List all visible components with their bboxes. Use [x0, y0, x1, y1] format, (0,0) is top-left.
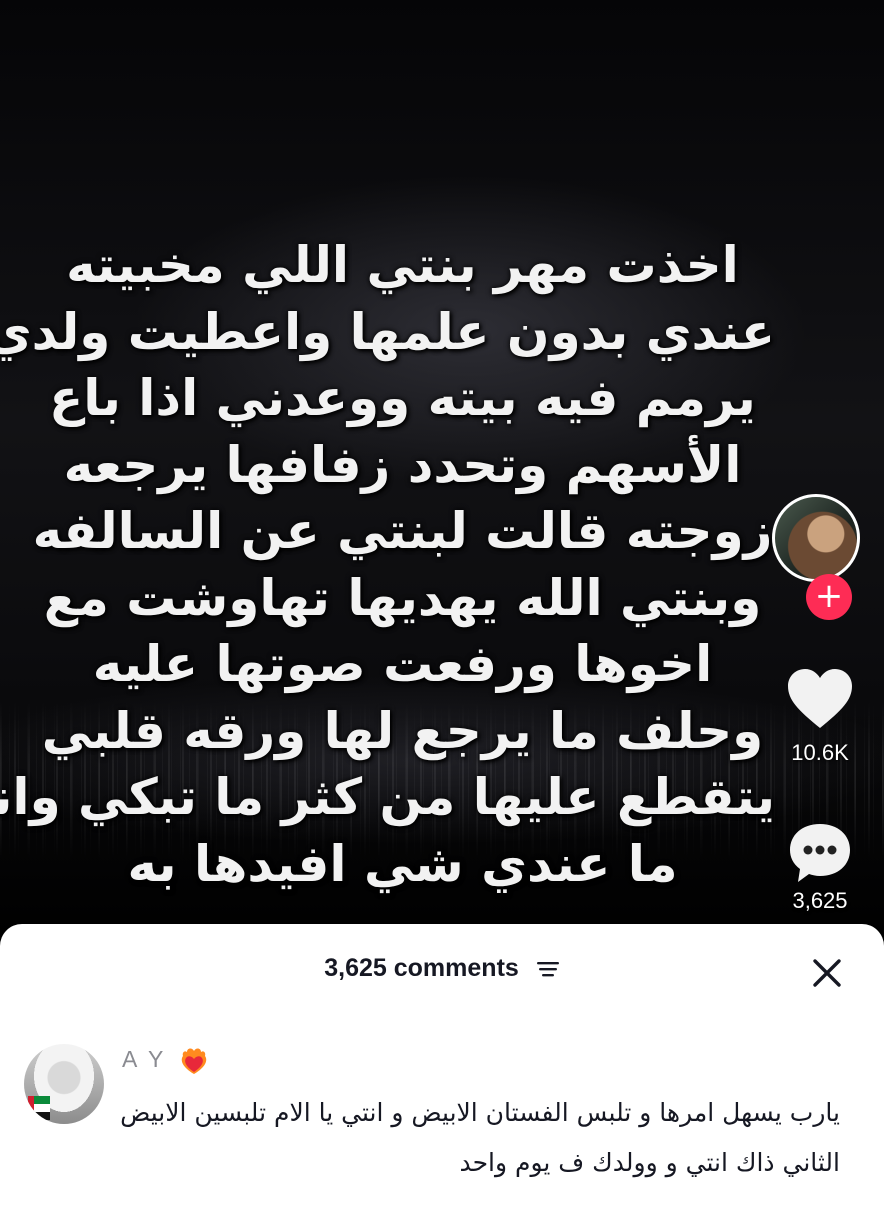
heart-on-fire-icon — [182, 1048, 207, 1074]
commenter-username-row: A Y — [122, 1046, 209, 1075]
heart-icon[interactable] — [784, 666, 856, 732]
caption-line: ما عندي شي افيدها به — [127, 834, 678, 893]
filter-lines-icon[interactable] — [536, 959, 560, 979]
comment-text: يارب يسهل امرها و تلبس الفستان الابيض و … — [120, 1098, 840, 1177]
commenter-username[interactable]: A Y — [122, 1046, 166, 1072]
caption-line: اخذت مهر بنتي اللي مخبيته — [66, 236, 739, 294]
caption-line: عندي بدون علمها واعطيت ولدي — [0, 302, 775, 361]
creator-avatar-button[interactable]: + — [772, 494, 868, 620]
comments-title-group: 3,625 comments — [0, 954, 884, 983]
follow-button[interactable]: + — [806, 574, 852, 620]
comments-sheet: 3,625 comments A Y يارب يسهل امرها و تلب… — [0, 924, 884, 1224]
video-caption-overlay: اخذت مهر بنتي اللي مخبيته عندي بدون علمه… — [0, 232, 775, 897]
caption-line: يرمم فيه بيته ووعدني اذا باع — [49, 369, 756, 427]
video-background[interactable]: اخذت مهر بنتي اللي مخبيته عندي بدون علمه… — [0, 0, 884, 940]
comment-count: 3,625 — [792, 888, 848, 913]
caption-line: وبنتي الله يهديها تهاوشت مع — [43, 568, 762, 627]
caption-line: زوجته قالت لبنتي عن السالفه — [32, 502, 773, 560]
caption-line: اخوها ورفعت صوتها عليه — [92, 635, 713, 693]
creator-avatar[interactable] — [772, 494, 860, 582]
caption-line: الأسهم وتحدد زفافها يرجعه — [63, 435, 742, 494]
caption-line: يتقطع عليها من كثر ما تبكي وانا — [0, 768, 775, 826]
commenter-avatar[interactable] — [24, 1044, 104, 1124]
like-count: 10.6K — [791, 740, 849, 765]
caption-line: وحلف ما يرجع لها ورقه قلبي — [41, 701, 764, 760]
close-icon[interactable] — [810, 956, 844, 990]
comments-sheet-header: 3,625 comments — [0, 954, 884, 994]
uae-flag-icon — [28, 1096, 50, 1120]
comments-title: 3,625 comments — [324, 954, 519, 982]
comment-bubble-icon[interactable] — [786, 820, 854, 886]
